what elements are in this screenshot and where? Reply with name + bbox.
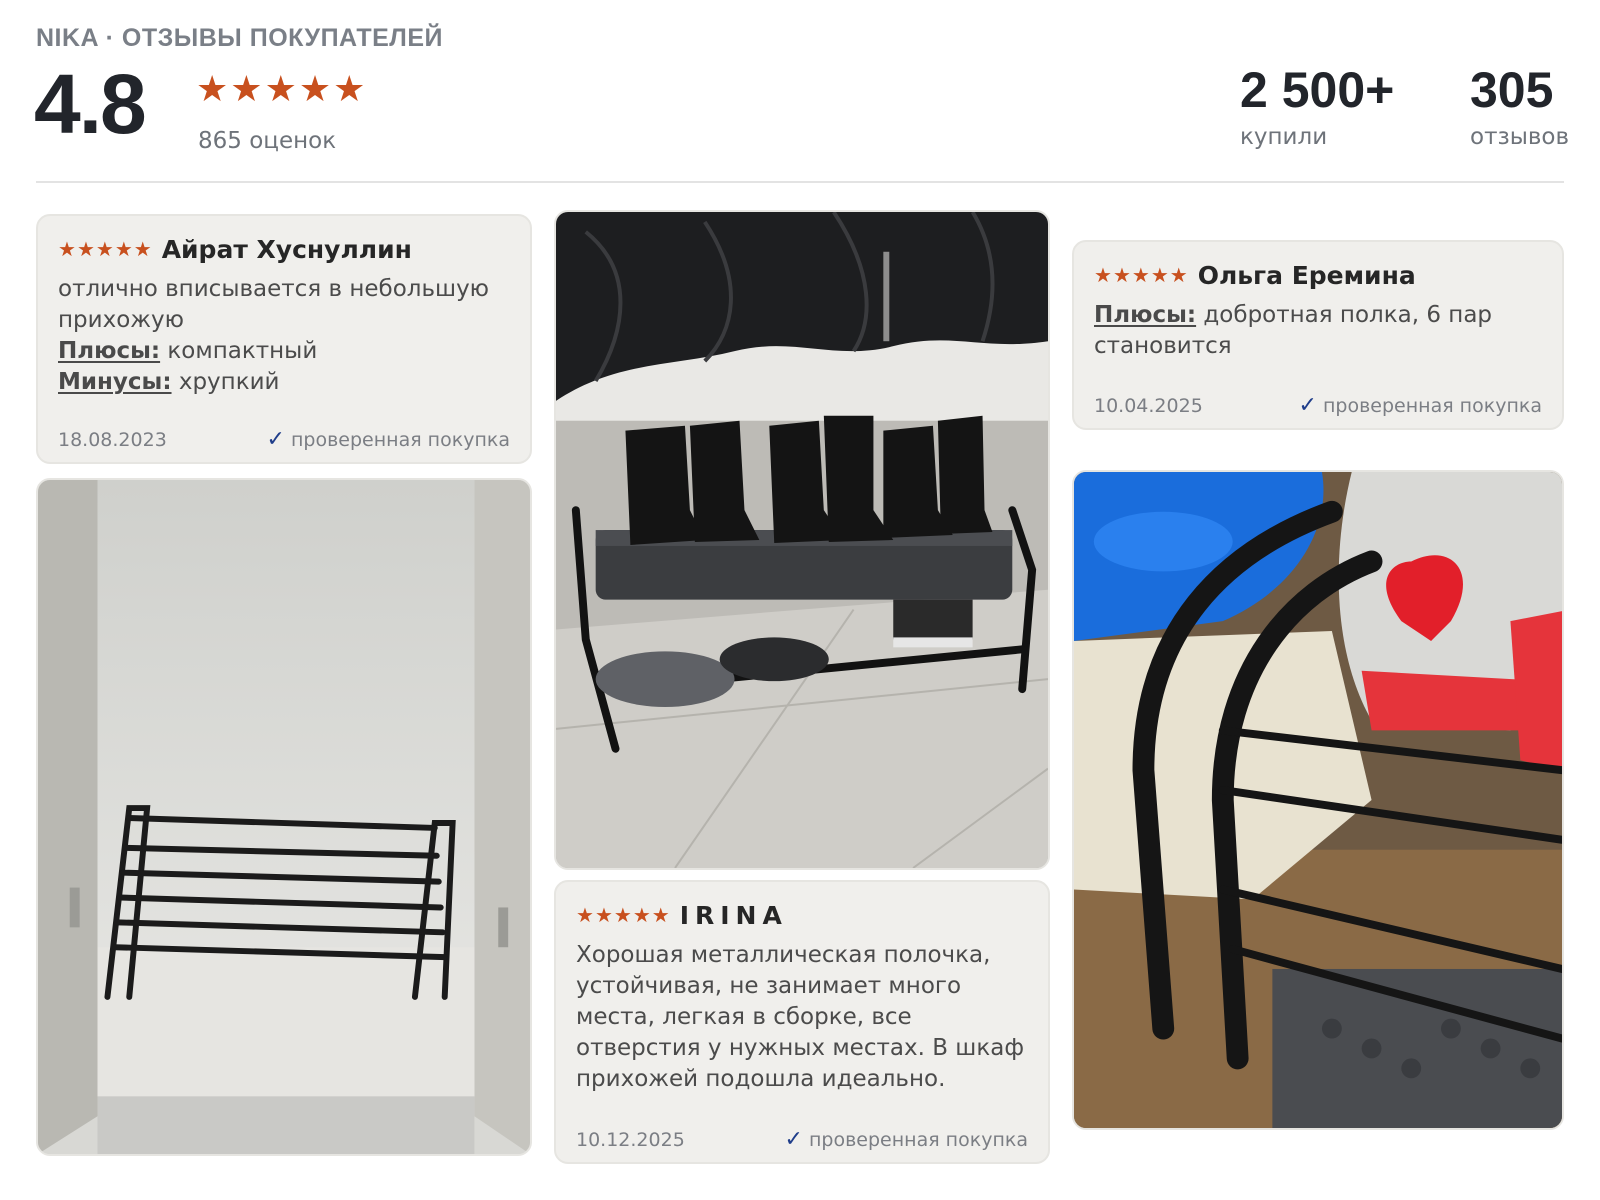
star-icon: ★: [576, 903, 594, 927]
review-author: Ольга Еремина: [1197, 260, 1416, 290]
review-photo[interactable]: [1072, 470, 1564, 1130]
review-photo[interactable]: [554, 210, 1050, 870]
pros-label: Плюсы:: [1094, 302, 1197, 328]
review-date: 18.08.2023: [58, 428, 167, 451]
stat-bought: 2 500+ купили: [1240, 62, 1394, 150]
review-stars: ★ ★ ★ ★ ★: [576, 905, 670, 925]
verified-label: проверенная покупка: [1322, 394, 1542, 417]
pros-text: компактный: [167, 338, 318, 364]
star-icon: ★: [114, 237, 133, 261]
review-card[interactable]: ★ ★ ★ ★ ★ Ольга Еремина Плюсы: добротная пол…: [1072, 240, 1564, 430]
star-icon: ★: [333, 69, 366, 110]
review-date: 10.04.2025: [1094, 394, 1203, 417]
review-card[interactable]: ★ ★ ★ ★ ★ IRINA Хорошая металлическая полочк…: [554, 880, 1050, 1164]
star-icon: ★: [76, 237, 95, 261]
review-stars: ★ ★ ★ ★ ★: [1094, 265, 1188, 285]
star-icon: ★: [264, 69, 297, 110]
shoe-rack-sneakers-photo: [1074, 472, 1562, 1128]
star-icon: ★: [613, 903, 632, 927]
verified-badge: ✓ проверенная покупка: [1299, 393, 1542, 418]
page-title: NIKA · ОТЗЫВЫ ПОКУПАТЕЛЕЙ: [36, 24, 443, 52]
star-icon: ★: [632, 903, 651, 927]
star-icon: ★: [1094, 263, 1112, 287]
verified-label: проверенная покупка: [290, 428, 510, 451]
review-text: Хорошая металлическая полочка, устойчива…: [576, 942, 1024, 1092]
verified-badge: ✓ проверенная покупка: [785, 1127, 1028, 1152]
review-date: 10.12.2025: [576, 1128, 685, 1151]
shoe-rack-closet-photo: [38, 480, 530, 1154]
header-divider: [36, 181, 1564, 183]
review-text: отлично вписывается в небольшую прихожую: [58, 276, 490, 333]
star-icon: ★: [1112, 263, 1131, 287]
stat-bought-value: 2 500+: [1240, 62, 1395, 118]
review-stars: ★ ★ ★ ★ ★: [58, 239, 152, 259]
star-icon: ★: [58, 237, 76, 261]
stat-reviews-value: 305: [1470, 62, 1554, 118]
stat-reviews: 305 отзывов: [1470, 62, 1569, 150]
checkmark-icon: ✓: [1298, 393, 1317, 418]
star-icon: ★: [1150, 263, 1169, 287]
rating-stars: ★ ★ ★ ★ ★: [196, 72, 365, 108]
verified-badge: ✓ проверенная покупка: [267, 427, 510, 452]
average-rating: 4.8: [34, 57, 147, 151]
star-icon: ★: [1169, 263, 1188, 287]
pros-label: Плюсы:: [58, 338, 161, 364]
review-author: IRINA: [679, 900, 788, 930]
cons-label: Минусы:: [58, 369, 172, 395]
review-body: Хорошая металлическая полочка, устойчива…: [576, 940, 1028, 1095]
star-icon: ★: [133, 237, 152, 261]
verified-label: проверенная покупка: [808, 1128, 1028, 1151]
star-icon: ★: [196, 69, 229, 110]
review-body: Плюсы: добротная полка, 6 пар становится: [1094, 300, 1542, 362]
cons-text: хрупкий: [178, 369, 280, 395]
star-icon: ★: [594, 903, 613, 927]
review-card[interactable]: ★ ★ ★ ★ ★ Айрат Хуснуллин отлично вписываетс…: [36, 214, 532, 464]
stat-reviews-label: отзывов: [1470, 124, 1570, 150]
review-author: Айрат Хуснуллин: [161, 234, 412, 264]
review-body: отлично вписывается в небольшую прихожую…: [58, 274, 510, 398]
star-icon: ★: [95, 237, 114, 261]
star-icon: ★: [651, 903, 670, 927]
checkmark-icon: ✓: [266, 427, 285, 452]
star-icon: ★: [1131, 263, 1150, 287]
star-icon: ★: [298, 69, 332, 110]
star-icon: ★: [230, 69, 263, 110]
shoe-rack-boots-photo: [556, 212, 1048, 868]
checkmark-icon: ✓: [784, 1127, 803, 1152]
review-photo[interactable]: [36, 478, 532, 1156]
stat-bought-label: купили: [1240, 124, 1328, 150]
ratings-count: 865 оценок: [198, 128, 337, 154]
